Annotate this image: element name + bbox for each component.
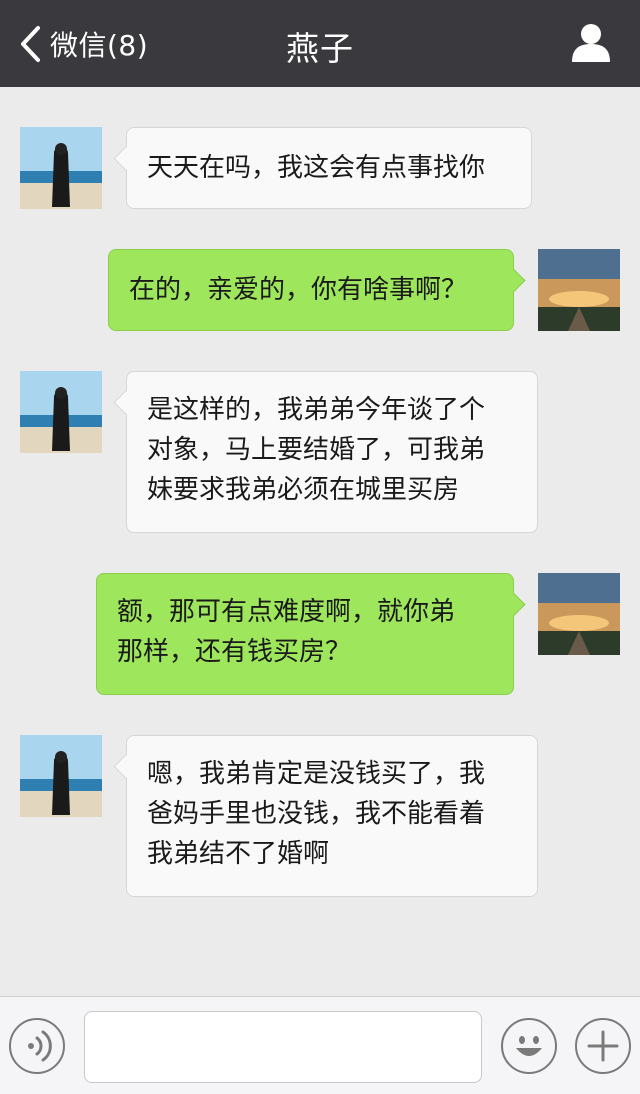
my-avatar[interactable] — [538, 573, 620, 655]
chat-title: 燕子 — [286, 29, 354, 68]
contact-avatar[interactable] — [20, 371, 102, 453]
more-options-button[interactable] — [575, 1018, 631, 1074]
message-line: 是这样的，我弟弟今年谈了个 — [147, 395, 486, 425]
message-bubble-incoming[interactable]: 是这样的，我弟弟今年谈了个 对象，马上要结婚了，可我弟 妹要求我弟必须在城里买房 — [126, 371, 538, 533]
message-line: 嗯，我弟肯定是没钱买了，我 — [147, 759, 486, 789]
contact-avatar[interactable] — [20, 735, 102, 817]
contact-avatar[interactable] — [20, 127, 102, 209]
emoji-icon — [516, 1036, 542, 1056]
plus-icon — [587, 1030, 619, 1062]
message-bubble-incoming[interactable]: 嗯，我弟肯定是没钱买了，我 爸妈手里也没钱，我不能看着 我弟结不了婚啊 — [126, 735, 538, 897]
message-line: 妹要求我弟必须在城里买房 — [147, 475, 460, 505]
message-input[interactable] — [84, 1011, 482, 1083]
message-list[interactable]: 天天在吗，我这会有点事找你 在的，亲爱的，你有啥事啊？ 是这样的，我弟弟今年谈了… — [0, 87, 640, 996]
message-bubble-outgoing[interactable]: 在的，亲爱的，你有啥事啊？ — [108, 249, 514, 331]
message-text: 在的，亲爱的，你有啥事啊？ — [129, 275, 468, 305]
voice-icon — [28, 1030, 52, 1062]
message-line: 我弟结不了婚啊 — [147, 839, 330, 869]
contact-profile-button[interactable] — [570, 22, 612, 64]
message-text: 天天在吗，我这会有点事找你 — [147, 153, 486, 183]
message-bubble-outgoing[interactable]: 额，那可有点难度啊，就你弟 那样，还有钱买房？ — [96, 573, 514, 695]
person-icon — [572, 24, 610, 62]
message-line: 对象，马上要结婚了，可我弟 — [147, 435, 486, 465]
message-bubble-incoming[interactable]: 天天在吗，我这会有点事找你 — [126, 127, 532, 209]
message-line: 爸妈手里也没钱，我不能看着 — [147, 799, 486, 829]
title-bar: 微信(8) 燕子 — [0, 0, 640, 87]
emoji-button[interactable] — [501, 1018, 557, 1074]
input-bar — [0, 996, 640, 1094]
my-avatar[interactable] — [538, 249, 620, 331]
voice-toggle-button[interactable] — [9, 1018, 65, 1074]
message-line: 额，那可有点难度啊，就你弟 — [117, 597, 456, 627]
message-line: 那样，还有钱买房？ — [117, 637, 352, 667]
